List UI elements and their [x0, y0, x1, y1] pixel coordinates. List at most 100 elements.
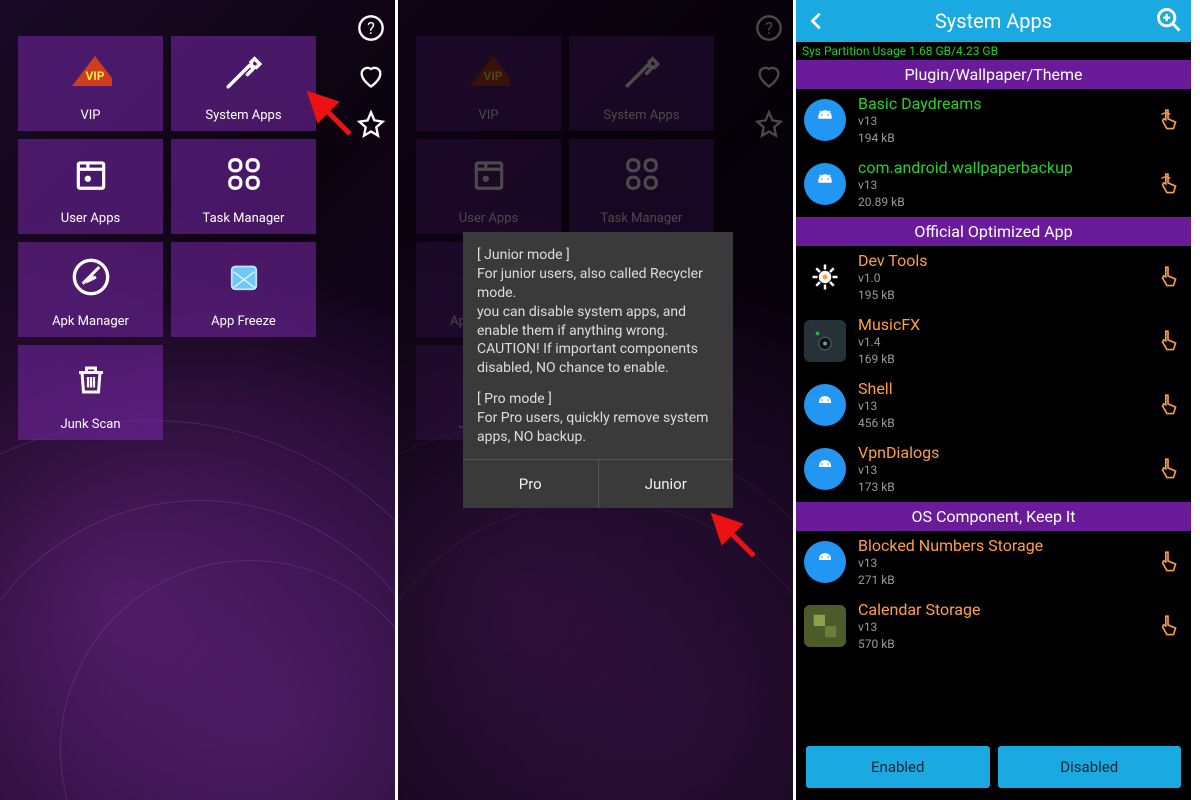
app-size: 173 kB [858, 479, 939, 495]
titlebar: System Apps [796, 0, 1191, 42]
app-size: 169 kB [858, 351, 920, 367]
junior-heading: [ Junior mode ] [477, 246, 719, 265]
help-icon[interactable]: ? [357, 14, 385, 42]
tap-icon[interactable] [1155, 108, 1181, 134]
ice-icon [223, 256, 265, 298]
tap-icon[interactable] [1155, 550, 1181, 576]
app-row[interactable]: Shell v13 456 kB [796, 374, 1191, 438]
pro-button[interactable]: Pro [463, 460, 598, 508]
app-version: v13 [858, 113, 982, 129]
side-toolbar: ? [357, 14, 385, 138]
svg-text:VIP: VIP [85, 69, 104, 83]
tile-label: Task Manager [203, 211, 285, 226]
app-size: 195 kB [858, 287, 927, 303]
hammer-icon [223, 50, 265, 92]
vip-icon: VIP [70, 50, 112, 92]
dialog-buttons: Pro Junior [463, 459, 733, 508]
page-title: System Apps [935, 9, 1052, 33]
junior-text: For junior users, also called Recycler m… [477, 265, 719, 303]
panel-mode-dialog: ? VIP VIP System Apps User Apps Task Man… [398, 0, 796, 800]
pro-text: For Pro users, quickly remove system app… [477, 409, 719, 447]
tile-task-manager[interactable]: Task Manager [171, 139, 316, 234]
android-icon [804, 99, 846, 141]
tap-icon[interactable] [1155, 457, 1181, 483]
mode-select-dialog: [ Junior mode ] For junior users, also c… [463, 232, 733, 508]
app-size: 20.89 kB [858, 194, 1073, 210]
tap-icon[interactable] [1155, 172, 1181, 198]
tap-icon[interactable] [1155, 393, 1181, 419]
junior-button[interactable]: Junior [598, 460, 734, 508]
app-size: 456 kB [858, 415, 895, 431]
grid-icon [223, 153, 265, 195]
android-icon [804, 541, 846, 583]
partition-usage: Sys Partition Usage 1.68 GB/4.23 GB [796, 42, 1191, 60]
app-name: Calendar Storage [858, 600, 980, 619]
app-name: Dev Tools [858, 251, 927, 270]
tile-apk-manager[interactable]: Apk Manager [18, 242, 163, 337]
app-row[interactable]: com.android.wallpaperbackup v13 20.89 kB [796, 153, 1191, 217]
app-name: Basic Daydreams [858, 94, 982, 113]
app-name: com.android.wallpaperbackup [858, 158, 1073, 177]
tile-label: User Apps [61, 211, 120, 226]
app-row[interactable]: Basic Daydreams v13 194 kB [796, 89, 1191, 153]
music-icon [804, 320, 846, 362]
filter-buttons: Enabled Disabled [796, 746, 1191, 788]
box-icon [70, 153, 112, 195]
tap-icon[interactable] [1155, 329, 1181, 355]
search-icon[interactable] [1155, 6, 1185, 36]
home-grid: VIP VIP System Apps User Apps Task Manag… [18, 36, 316, 440]
back-button[interactable] [802, 6, 832, 36]
app-version: v13 [858, 555, 1043, 571]
android-icon [804, 163, 846, 205]
tile-label: VIP [80, 108, 100, 123]
android-icon [804, 448, 846, 490]
junior-text: you can disable system apps, and enable … [477, 303, 719, 341]
app-version: v13 [858, 462, 939, 478]
section-plugin: Plugin/Wallpaper/Theme [796, 60, 1191, 89]
disabled-button[interactable]: Disabled [998, 746, 1182, 788]
panel-system-apps: System Apps Sys Partition Usage 1.68 GB/… [796, 0, 1194, 800]
tile-junk-scan[interactable]: Junk Scan [18, 345, 163, 440]
section-os: OS Component, Keep It [796, 502, 1191, 531]
dialog-body: [ Junior mode ] For junior users, also c… [463, 232, 733, 459]
tile-user-apps[interactable]: User Apps [18, 139, 163, 234]
app-name: Shell [858, 379, 895, 398]
app-version: v13 [858, 177, 1073, 193]
app-size: 570 kB [858, 636, 980, 652]
tap-icon[interactable] [1155, 614, 1181, 640]
app-row[interactable]: Calendar Storage v13 570 kB [796, 595, 1191, 659]
app-name: MusicFX [858, 315, 920, 334]
tile-vip[interactable]: VIP VIP [18, 36, 163, 131]
tile-label: Apk Manager [52, 314, 129, 329]
calendar-icon [804, 605, 846, 647]
star-icon[interactable] [357, 110, 385, 138]
section-official: Official Optimized App [796, 217, 1191, 246]
app-name: Blocked Numbers Storage [858, 536, 1043, 555]
tap-icon[interactable] [1155, 265, 1181, 291]
app-size: 194 kB [858, 130, 982, 146]
android-icon [804, 384, 846, 426]
junior-text: CAUTION! If important components disable… [477, 340, 719, 378]
trash-icon [70, 359, 112, 401]
gear-icon [804, 256, 846, 298]
broom-icon [70, 256, 112, 298]
app-version: v1.0 [858, 270, 927, 286]
enabled-button[interactable]: Enabled [806, 746, 990, 788]
app-version: v13 [858, 619, 980, 635]
tile-label: System Apps [205, 108, 281, 123]
heart-icon[interactable] [357, 62, 385, 90]
tile-label: App Freeze [211, 314, 276, 329]
tile-system-apps[interactable]: System Apps [171, 36, 316, 131]
pro-heading: [ Pro mode ] [477, 390, 719, 409]
tile-app-freeze[interactable]: App Freeze [171, 242, 316, 337]
app-row[interactable]: VpnDialogs v13 173 kB [796, 438, 1191, 502]
panel-home: ? VIP VIP System Apps User A [0, 0, 398, 800]
app-size: 271 kB [858, 572, 1043, 588]
svg-text:?: ? [367, 19, 375, 38]
app-row[interactable]: Blocked Numbers Storage v13 271 kB [796, 531, 1191, 595]
app-row[interactable]: Dev Tools v1.0 195 kB [796, 246, 1191, 310]
app-row[interactable]: MusicFX v1.4 169 kB [796, 310, 1191, 374]
app-version: v13 [858, 398, 895, 414]
app-version: v1.4 [858, 334, 920, 350]
app-name: VpnDialogs [858, 443, 939, 462]
